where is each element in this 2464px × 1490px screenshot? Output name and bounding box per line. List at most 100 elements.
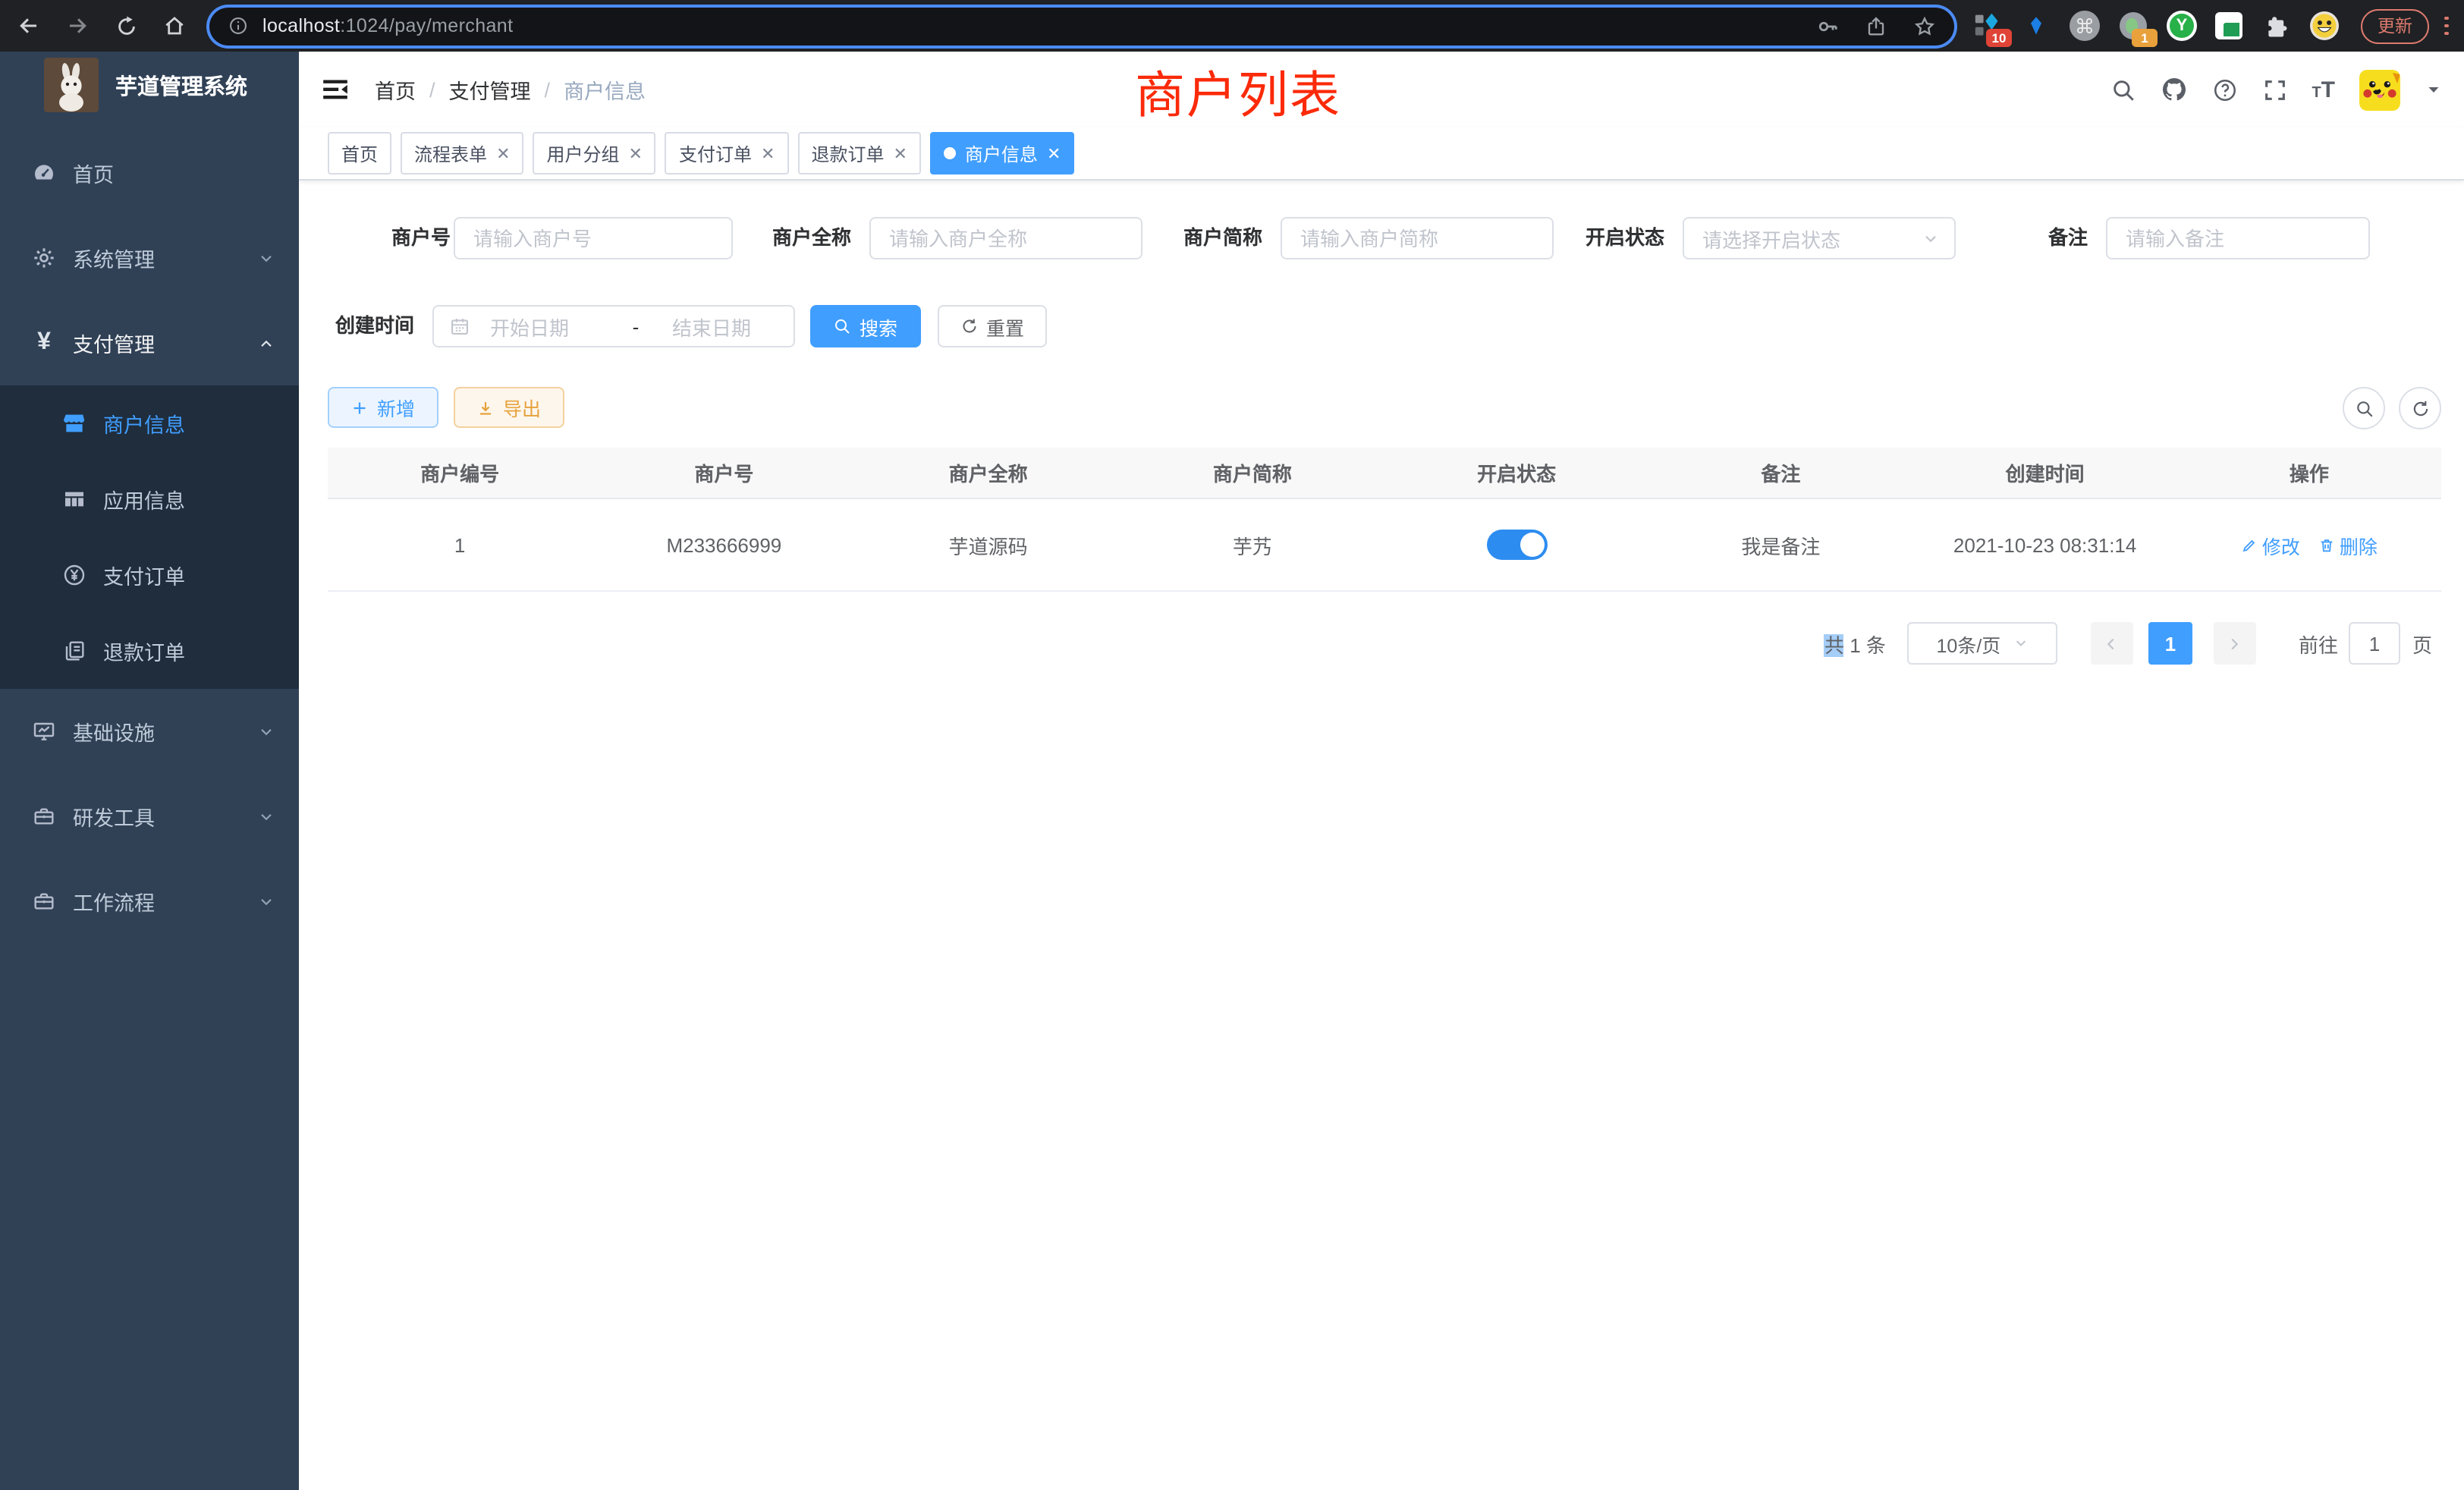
sidebar-item-home[interactable]: 首页	[0, 130, 299, 215]
sidebar-item-infra[interactable]: 基础设施	[0, 689, 299, 774]
table-header-row: 商户编号 商户号 商户全称 商户简称 开启状态 备注 创建时间 操作	[328, 448, 2441, 499]
share-icon[interactable]	[1865, 14, 1887, 37]
tab-label: 商户信息	[965, 140, 1038, 166]
extension-grid-icon[interactable]: 10	[1972, 11, 2003, 41]
active-tab-dot	[944, 147, 956, 159]
browser-toolbar: localhost:1024/pay/merchant 10 1 Y	[0, 0, 2464, 52]
tab-label: 用户分组	[547, 140, 620, 166]
header-search-icon[interactable]	[2110, 77, 2136, 102]
sidebar-item-system[interactable]: 系统管理	[0, 215, 299, 300]
edit-link-label: 修改	[2262, 530, 2300, 559]
password-key-icon[interactable]	[1816, 14, 1839, 37]
delete-link-label: 删除	[2340, 530, 2378, 559]
tab-close-icon[interactable]: ✕	[1047, 143, 1061, 163]
table-header-cell: 商户全称	[856, 458, 1120, 487]
caret-down-icon[interactable]	[2425, 80, 2443, 99]
cell-remark: 我是备注	[1648, 530, 1912, 559]
sidebar-item-label: 退款订单	[103, 636, 185, 666]
add-button[interactable]: 新增	[328, 387, 438, 428]
tab-close-icon[interactable]: ✕	[496, 143, 510, 163]
extensions-puzzle-icon[interactable]	[2261, 11, 2291, 41]
prev-page-button[interactable]	[2091, 622, 2133, 665]
chevron-up-icon	[253, 335, 278, 351]
font-size-icon[interactable]: TT	[2312, 77, 2335, 102]
sidebar-item-merchant-info[interactable]: 商户信息	[0, 385, 299, 461]
app-logo-row[interactable]: 芋道管理系统	[0, 52, 299, 118]
page-size-select[interactable]: 10条/页	[1907, 622, 2057, 665]
site-info-icon[interactable]	[228, 15, 249, 36]
sidebar-toggle-hamburger-icon[interactable]	[319, 73, 352, 106]
tab-close-icon[interactable]: ✕	[893, 143, 907, 163]
date-range-separator: -	[621, 315, 651, 338]
grid-icon	[62, 487, 86, 511]
sidebar-item-workflow[interactable]: 工作流程	[0, 859, 299, 944]
extension-gem-icon[interactable]	[2021, 11, 2051, 41]
tab-close-icon[interactable]: ✕	[761, 143, 775, 163]
browser-home-button[interactable]	[155, 6, 194, 46]
github-icon[interactable]	[2160, 76, 2187, 103]
sidebar-item-label: 支付管理	[73, 328, 155, 358]
remark-input[interactable]	[2106, 217, 2370, 259]
tab-process-form[interactable]: 流程表单✕	[401, 132, 523, 174]
storefront-icon	[62, 411, 86, 435]
fullscreen-icon[interactable]	[2261, 77, 2287, 102]
table-header-cell: 操作	[2177, 458, 2441, 487]
extension-recorder-icon[interactable]: 1	[2118, 11, 2148, 41]
breadcrumb-item[interactable]: 首页	[375, 74, 416, 105]
browser-update-button[interactable]: 更新	[2361, 8, 2429, 43]
extension-chat-icon[interactable]	[2215, 12, 2242, 39]
page-1-button[interactable]: 1	[2148, 622, 2192, 665]
breadcrumb-item[interactable]: 支付管理	[449, 74, 531, 105]
sidebar-item-app-info[interactable]: 应用信息	[0, 461, 299, 537]
next-page-button[interactable]	[2214, 622, 2256, 665]
status-toggle[interactable]	[1486, 530, 1547, 560]
sidebar-menu: 首页 系统管理 ¥ 支付管理 商户信息 应用信息	[0, 130, 299, 944]
tab-user-group[interactable]: 用户分组 ✕	[533, 132, 656, 174]
header-actions: TT	[2110, 52, 2443, 127]
merchant-short-label: 商户简称	[1126, 217, 1262, 259]
table-header-cell: 创建时间	[1913, 458, 2177, 487]
sidebar-item-dev-tools[interactable]: 研发工具	[0, 774, 299, 859]
url-host: localhost	[262, 15, 340, 36]
breadcrumb: 首页 / 支付管理 / 商户信息	[375, 52, 646, 127]
show-search-toggle-button[interactable]	[2343, 387, 2385, 429]
browser-back-button[interactable]	[9, 6, 49, 46]
merchant-short-input[interactable]	[1281, 217, 1554, 259]
search-button[interactable]: 搜索	[810, 305, 921, 347]
status-select[interactable]: 请选择开启状态	[1683, 217, 1956, 259]
browser-menu-icon[interactable]	[2444, 16, 2448, 36]
tab-close-icon[interactable]: ✕	[629, 143, 643, 163]
bookmark-star-icon[interactable]	[1913, 14, 1936, 37]
edit-link[interactable]: 修改	[2241, 530, 2300, 559]
reset-button-label: 重置	[986, 312, 1024, 341]
export-button[interactable]: 导出	[454, 387, 564, 428]
reset-button[interactable]: 重置	[938, 305, 1047, 347]
browser-profile-avatar[interactable]	[2309, 11, 2340, 41]
tab-pay-order[interactable]: 支付订单✕	[665, 132, 788, 174]
status-select-placeholder: 请选择开启状态	[1702, 224, 1922, 253]
address-bar[interactable]: localhost:1024/pay/merchant	[209, 7, 1954, 45]
tab-merchant-info[interactable]: 商户信息 ✕	[930, 132, 1074, 174]
documents-icon	[62, 639, 86, 663]
sidebar-item-pay-order[interactable]: 支付订单	[0, 537, 299, 613]
browser-forward-button[interactable]	[58, 6, 97, 46]
tab-home[interactable]: 首页	[328, 132, 391, 174]
create-time-range-picker[interactable]: 开始日期 - 结束日期	[432, 305, 795, 347]
user-avatar[interactable]	[2359, 69, 2400, 110]
tab-refund-order[interactable]: 退款订单✕	[797, 132, 920, 174]
delete-link[interactable]: 删除	[2318, 530, 2378, 559]
screen: localhost:1024/pay/merchant 10 1 Y	[0, 0, 2464, 1490]
extension-y-icon[interactable]: Y	[2167, 11, 2197, 41]
goto-page-input[interactable]	[2349, 622, 2400, 665]
merchant-name-input[interactable]	[869, 217, 1142, 259]
sidebar-item-pay[interactable]: ¥ 支付管理	[0, 300, 299, 385]
browser-reload-button[interactable]	[106, 6, 146, 46]
merchant-no-input[interactable]	[454, 217, 733, 259]
sidebar-item-refund-order[interactable]: 退款订单	[0, 613, 299, 689]
help-icon[interactable]	[2211, 77, 2237, 102]
extension-command-icon[interactable]	[2070, 11, 2100, 41]
pagination-total-count: 1	[1844, 633, 1866, 656]
sidebar-item-label: 系统管理	[73, 243, 155, 273]
pagination-total: 共 1 条	[1824, 629, 1886, 658]
refresh-table-button[interactable]	[2399, 387, 2441, 429]
